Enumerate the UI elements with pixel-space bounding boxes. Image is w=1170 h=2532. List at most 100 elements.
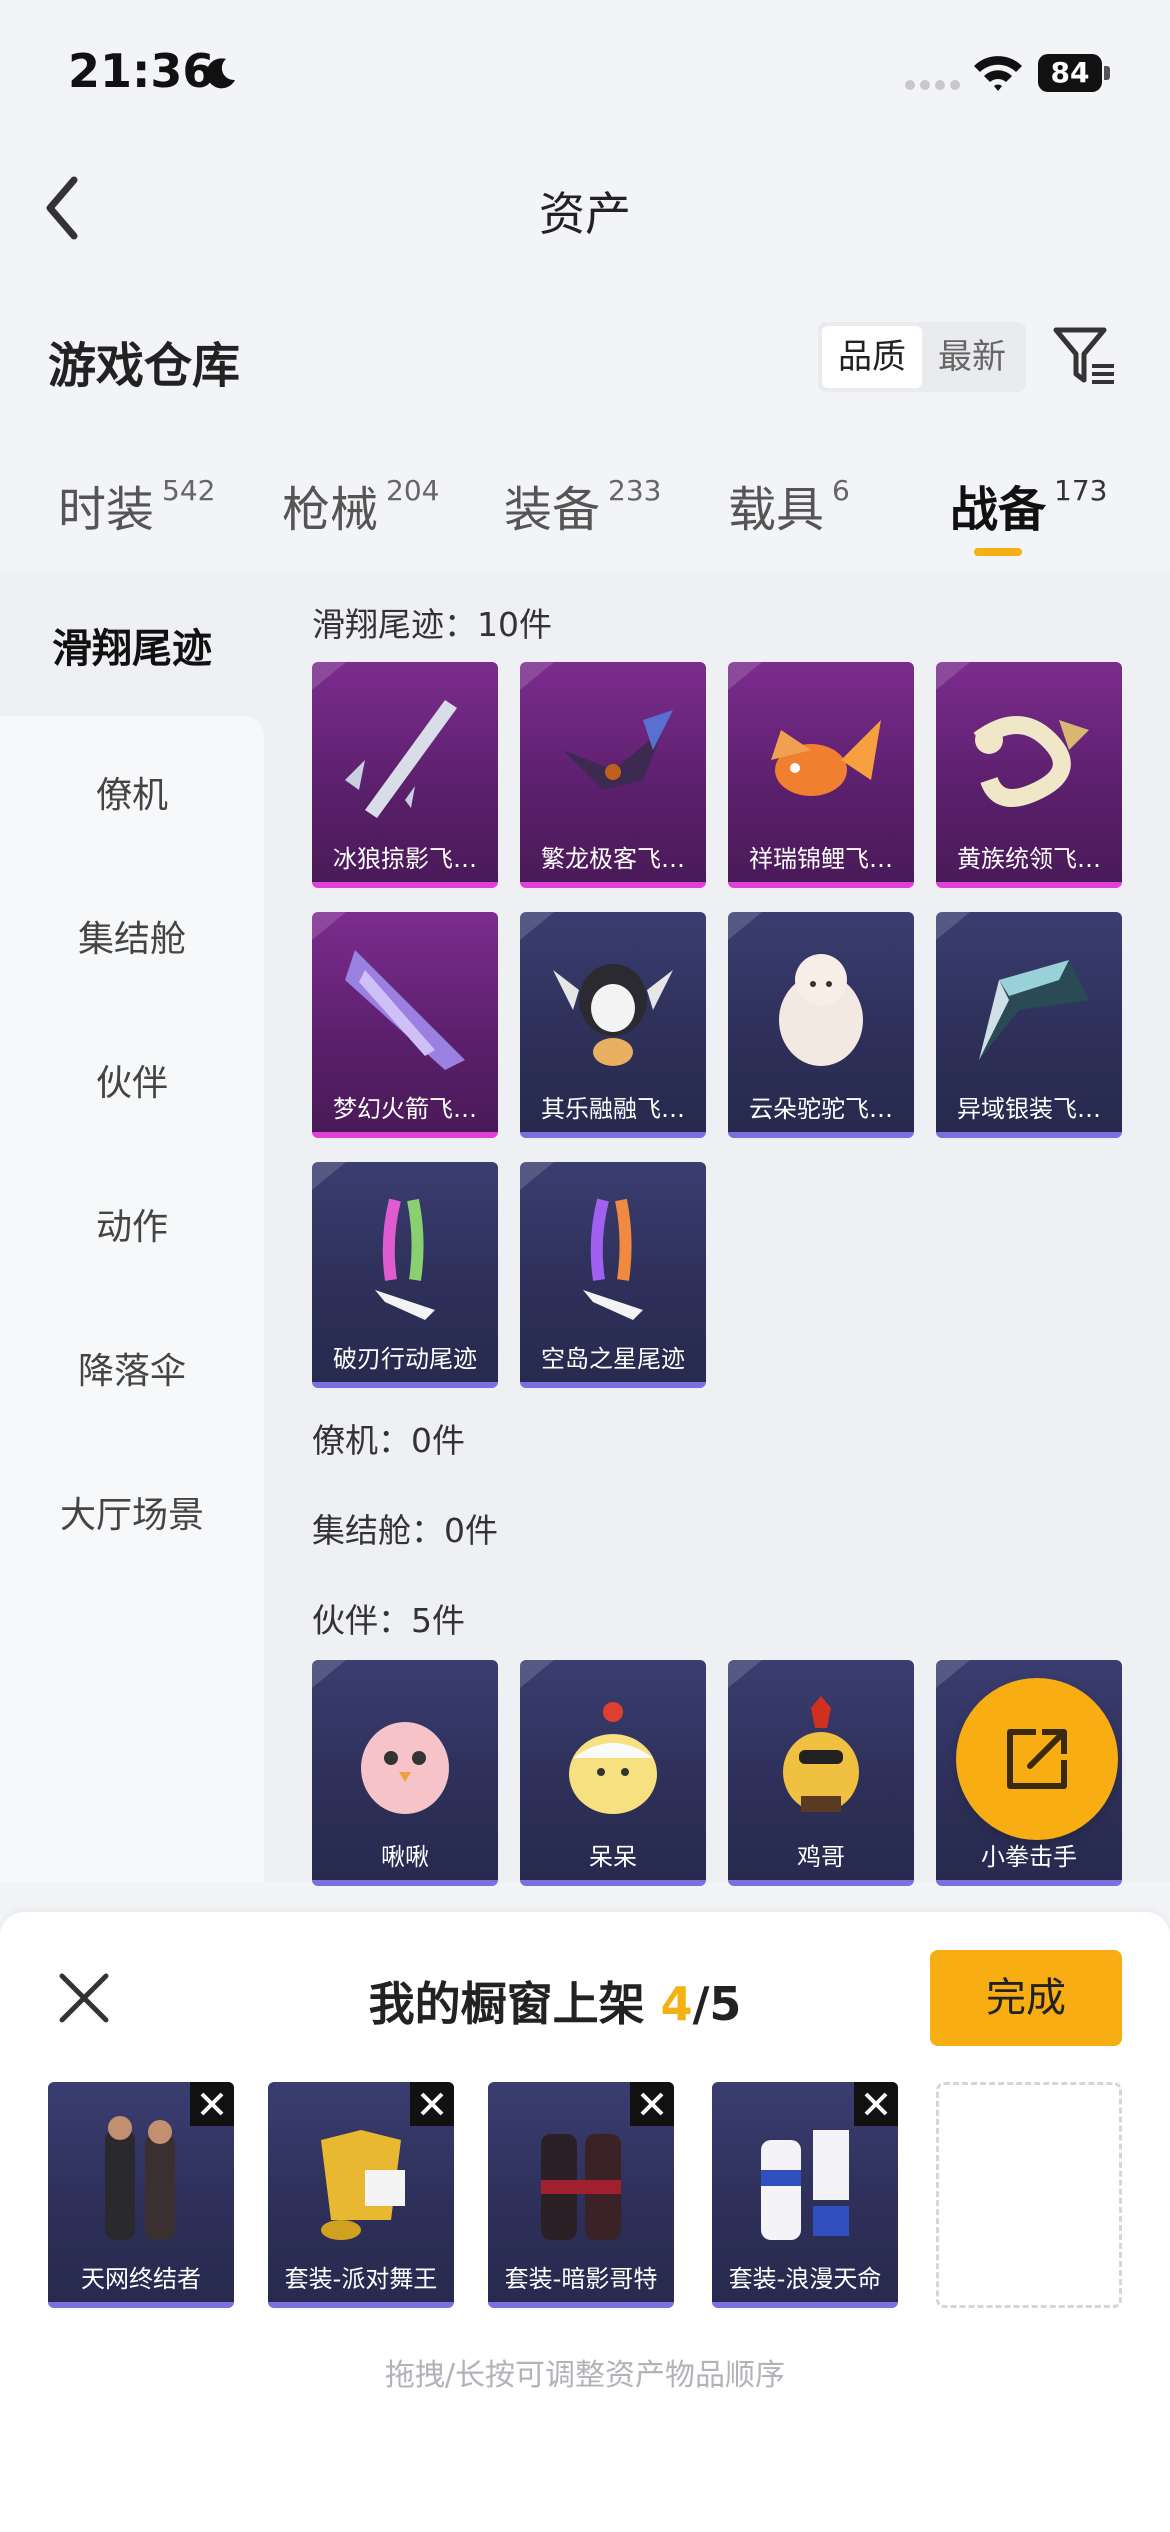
- remove-icon[interactable]: [630, 2082, 674, 2126]
- shelf-item[interactable]: 天网终结者: [48, 2082, 234, 2308]
- corner-check-icon: [936, 1660, 970, 1688]
- tab-combat-gear[interactable]: 战备 173: [950, 470, 1107, 540]
- tab-vehicles[interactable]: 载具 6: [728, 470, 850, 540]
- share-fab[interactable]: [956, 1678, 1118, 1840]
- item-card[interactable]: 黄族统领飞…: [936, 662, 1122, 888]
- sidebar-item-partner[interactable]: 伙伴: [0, 1054, 264, 1106]
- item-card[interactable]: 其乐融融飞…: [520, 912, 706, 1138]
- corner-check-icon: [520, 912, 554, 940]
- item-name: 空岛之星尾迹: [541, 1345, 685, 1373]
- done-button[interactable]: 完成: [930, 1950, 1122, 2046]
- gold-dragon-glider-icon: [973, 716, 1089, 807]
- shelf-item[interactable]: 套装-派对舞王: [268, 2082, 454, 2308]
- category-sidebar: 滑翔尾迹 僚机 集结舱 伙伴 动作 降落伞 大厅场景: [0, 572, 264, 1882]
- tab-label: 载具: [728, 482, 825, 538]
- section-assembly-pod: 集结舱：0件: [312, 1511, 498, 1550]
- corner-check-icon: [936, 912, 970, 940]
- corner-check-icon: [312, 662, 346, 690]
- item-card[interactable]: 祥瑞锦鲤飞…: [728, 662, 914, 888]
- item-name: 梦幻火箭飞…: [333, 1095, 477, 1123]
- silver-wing-glider-icon: [979, 960, 1089, 1060]
- corner-check-icon: [520, 1660, 554, 1688]
- item-card[interactable]: 云朵驼驼飞…: [728, 912, 914, 1138]
- corner-check-icon: [312, 1660, 346, 1688]
- status-bar: 21:36 84: [0, 0, 1170, 140]
- shelf-item[interactable]: 套装-暗影哥特: [488, 2082, 674, 2308]
- tab-label: 战备: [950, 482, 1047, 538]
- filter-icon[interactable]: [1052, 324, 1116, 388]
- tab-equipment[interactable]: 装备 233: [504, 470, 661, 540]
- showcase-title-text: 我的橱窗上架: [368, 1977, 645, 2031]
- tab-label: 时装: [58, 482, 155, 538]
- item-card[interactable]: 破刃行动尾迹: [312, 1162, 498, 1388]
- section-partner: 伙伴：5件: [312, 1601, 465, 1640]
- item-card[interactable]: 呆呆: [520, 1660, 706, 1886]
- sidebar-item-parachute[interactable]: 降落伞: [0, 1342, 264, 1394]
- sidebar-item-wingman[interactable]: 僚机: [0, 766, 264, 818]
- alpaca-glider-icon: [779, 954, 863, 1066]
- share-out-icon: [1007, 1729, 1067, 1789]
- item-name: 冰狼掠影飞…: [333, 845, 477, 873]
- active-tab-indicator: [974, 548, 1022, 556]
- chick-icon: [569, 1702, 657, 1814]
- moon-icon: [206, 58, 235, 89]
- koi-glider-icon: [771, 720, 881, 796]
- sort-by-newest[interactable]: 最新: [922, 326, 1022, 388]
- item-card[interactable]: 梦幻火箭飞…: [312, 912, 498, 1138]
- tab-count: 6: [832, 474, 850, 507]
- rooster-icon: [783, 1696, 859, 1812]
- sidebar-item-emote[interactable]: 动作: [0, 1198, 264, 1250]
- dragon-glider-icon: [563, 710, 673, 790]
- item-name: 套装-派对舞王: [284, 2265, 438, 2293]
- warehouse-title: 游戏仓库: [48, 338, 241, 394]
- signal-icon: [905, 80, 960, 90]
- sidebar-item-glide-trail[interactable]: 滑翔尾迹: [0, 616, 264, 674]
- item-card[interactable]: 空岛之星尾迹: [520, 1162, 706, 1388]
- item-name: 繁龙极客飞…: [541, 845, 685, 873]
- remove-icon[interactable]: [190, 2082, 234, 2126]
- item-card[interactable]: 啾啾: [312, 1660, 498, 1886]
- tab-count: 173: [1054, 474, 1108, 507]
- item-name: 黄族统领飞…: [957, 845, 1101, 873]
- section-glide-trail: 滑翔尾迹：10件: [312, 605, 552, 644]
- sidebar-item-assembly-pod[interactable]: 集结舱: [0, 910, 264, 962]
- item-name: 祥瑞锦鲤飞…: [749, 845, 893, 873]
- wifi-icon: [974, 56, 1022, 91]
- battery-level: 84: [1038, 54, 1102, 92]
- corner-check-icon: [936, 662, 970, 690]
- battery-indicator: 84: [1038, 54, 1110, 92]
- shelf-item[interactable]: 套装-浪漫天命: [712, 2082, 898, 2308]
- smoke-trail-icon: [583, 1198, 643, 1320]
- pink-bird-icon: [361, 1722, 449, 1814]
- ice-wolf-glider-icon: [345, 700, 457, 818]
- sidebar-item-lobby-scene[interactable]: 大厅场景: [0, 1486, 264, 1538]
- item-name: 云朵驼驼飞…: [749, 1095, 893, 1123]
- showcase-total: /5: [692, 1977, 742, 2031]
- remove-icon[interactable]: [410, 2082, 454, 2126]
- corner-check-icon: [520, 662, 554, 690]
- remove-icon[interactable]: [854, 2082, 898, 2126]
- item-name: 套装-浪漫天命: [728, 2265, 882, 2293]
- item-card[interactable]: 繁龙极客飞…: [520, 662, 706, 888]
- sidebar-bg: [0, 716, 264, 1882]
- tab-count: 233: [608, 474, 662, 507]
- romance-outfit-icon: [761, 2130, 849, 2240]
- tab-fashion[interactable]: 时装 542: [58, 470, 215, 540]
- smoke-trail-icon: [375, 1198, 435, 1320]
- penguin-glider-icon: [553, 964, 673, 1066]
- item-name: 天网终结者: [81, 2265, 201, 2293]
- item-card[interactable]: 异域银装飞…: [936, 912, 1122, 1138]
- gothic-outfit-icon: [541, 2134, 621, 2240]
- item-card[interactable]: 冰狼掠影飞…: [312, 662, 498, 888]
- battery-tip: [1104, 66, 1110, 80]
- item-name: 其乐融融飞…: [541, 1095, 685, 1123]
- rocket-glider-icon: [345, 950, 465, 1070]
- item-card[interactable]: 鸡哥: [728, 1660, 914, 1886]
- item-name: 鸡哥: [797, 1843, 845, 1871]
- item-name: 套装-暗影哥特: [504, 2265, 658, 2293]
- corner-check-icon: [728, 662, 762, 690]
- sort-by-quality[interactable]: 品质: [822, 326, 922, 388]
- tab-weapons[interactable]: 枪械 204: [282, 470, 439, 540]
- outfit-figure-icon: [105, 2116, 175, 2240]
- empty-shelf-slot[interactable]: [936, 2082, 1122, 2308]
